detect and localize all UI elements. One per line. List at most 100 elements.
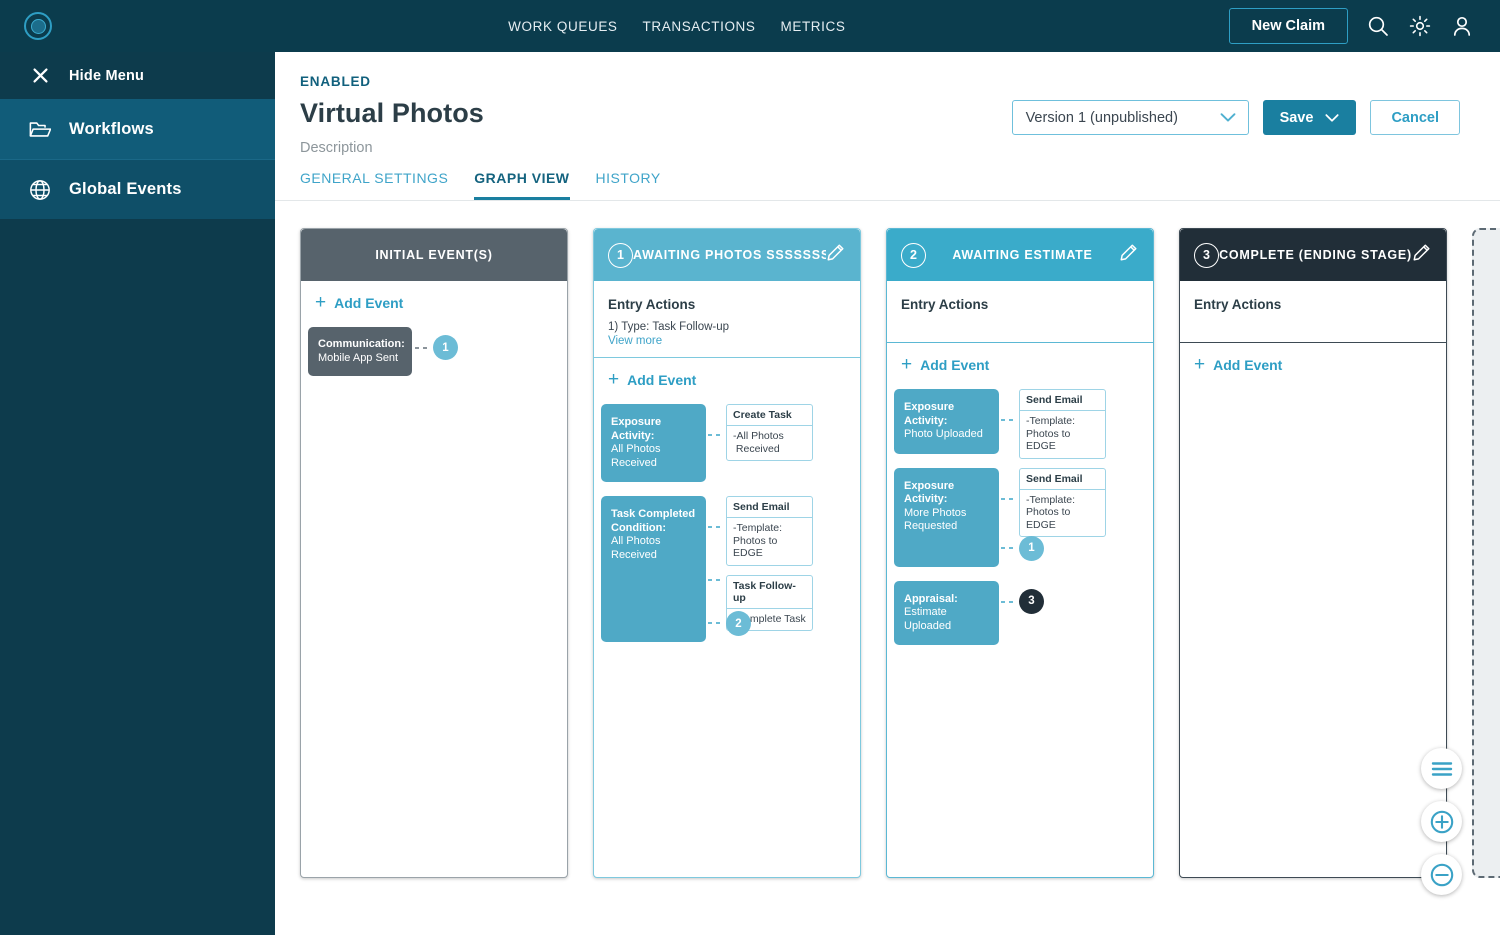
zoom-in-button[interactable] [1421, 801, 1462, 842]
new-claim-button[interactable]: New Claim [1228, 8, 1348, 44]
search-icon[interactable] [1366, 14, 1390, 38]
add-event-button[interactable]: + Add Event [887, 343, 1153, 375]
stage-number-badge: 1 [608, 242, 633, 268]
stage-column: 1 AWAITING PHOTOS SSSSSSSS Entry Actions 1)… [593, 228, 861, 878]
sidebar-item-workflows[interactable]: Workflows [0, 99, 275, 159]
aperture-logo-icon [24, 12, 52, 40]
event-node-subtitle: Mobile App Sent [318, 351, 399, 364]
add-event-label: Add Event [627, 372, 697, 388]
add-event-button[interactable]: + Add Event [1180, 343, 1446, 374]
hide-menu-label: Hide Menu [69, 67, 145, 84]
action-card-body: -Template: Photos to EDGE [1026, 493, 1076, 531]
close-icon [28, 67, 52, 84]
stage-title: AWAITING PHOTOS SSSSSSSS [633, 248, 826, 262]
add-stage-placeholder[interactable] [1472, 228, 1500, 878]
add-event-label: Add Event [920, 357, 990, 373]
action-card[interactable]: Send Email -Template: Photos to EDGE [1019, 389, 1106, 459]
folder-icon [28, 120, 52, 139]
stage-body: Entry Actions + Add Event Exposure Activity… [887, 281, 1153, 879]
sidebar-item-global-events[interactable]: Global Events [0, 159, 275, 219]
action-card[interactable]: Send Email -Template: Photos to EDGE [1019, 467, 1106, 537]
hide-menu-button[interactable]: Hide Menu [0, 52, 275, 99]
event-row: Appraisal: Estimate Uploaded 3 [894, 580, 1153, 645]
zoom-out-icon [1430, 863, 1453, 886]
event-node[interactable]: Appraisal: Estimate Uploaded [894, 580, 999, 645]
stage-header: 1 AWAITING PHOTOS SSSSSSSS [594, 229, 860, 281]
stage-header: INITIAL EVENT(S) [301, 229, 567, 281]
add-event-label: Add Event [1213, 357, 1283, 373]
transition-badge[interactable]: 1 [1019, 535, 1044, 561]
stage-number-badge: 3 [1194, 242, 1219, 268]
stage-number-badge: 2 [901, 242, 926, 268]
event-row: Exposure Activity: Photo Uploaded Send Ema… [894, 389, 1153, 459]
action-card-title: Create Task [727, 405, 812, 426]
event-node-title: Exposure Activity: [904, 479, 955, 506]
event-node-title: Task Completed Condition: [611, 508, 696, 534]
edit-stage-button[interactable] [1412, 243, 1432, 267]
action-card[interactable]: Send Email -Template: Photos to EDGE [726, 496, 813, 566]
event-list: Exposure Activity: All Photos Received Cre… [594, 388, 860, 642]
gear-icon[interactable] [1408, 14, 1432, 38]
action-card-body: -All Photos Received [733, 430, 784, 455]
entry-actions-block: Entry Actions 1) Type: Task Follow-up View… [594, 281, 860, 358]
connector-dots [708, 434, 724, 436]
event-row: Communication: Mobile App Sent 1 [308, 327, 567, 376]
edit-pencil-icon[interactable] [1412, 243, 1431, 262]
connector-dots [1001, 600, 1017, 603]
workflow-graph-canvas[interactable]: INITIAL EVENT(S) + Add Event Communication:… [275, 52, 1500, 935]
event-node-subtitle: Photo Uploaded [904, 428, 983, 440]
top-navigation-bar: WORK QUEUES TRANSACTIONS METRICS New Cla… [0, 0, 1500, 52]
event-node-title: Exposure Activity: [611, 416, 662, 442]
edit-stage-button[interactable] [826, 243, 846, 267]
stage-column: INITIAL EVENT(S) + Add Event Communication:… [300, 228, 568, 878]
connector-dots [1001, 497, 1017, 500]
add-event-button[interactable]: + Add Event [594, 358, 860, 390]
action-card-title: Send Email [1020, 469, 1105, 490]
action-card[interactable]: Create Task -All Photos Received [726, 404, 813, 461]
menu-icon [1431, 761, 1452, 776]
event-action-cards: Send Email -Template: Photos to EDGE [1019, 467, 1106, 547]
edit-pencil-icon[interactable] [826, 243, 845, 262]
event-list: Exposure Activity: Photo Uploaded Send Ema… [887, 373, 1153, 645]
connector-dots [1001, 546, 1017, 549]
nav-metrics[interactable]: METRICS [781, 19, 846, 34]
nav-transactions[interactable]: TRANSACTIONS [643, 19, 756, 34]
event-action-cards: Create Task -All Photos Received [726, 404, 813, 470]
zoom-out-button[interactable] [1421, 854, 1462, 895]
event-node[interactable]: Exposure Activity: More Photos Requested [894, 467, 999, 567]
sidebar-item-global-events-label: Global Events [69, 180, 182, 198]
action-card-body: -Template: Photos to EDGE [1026, 415, 1076, 452]
entry-actions-title: Entry Actions [1194, 297, 1282, 312]
event-node[interactable]: Exposure Activity: Photo Uploaded [894, 389, 999, 454]
transition-badge[interactable]: 2 [726, 611, 751, 636]
event-node[interactable]: Exposure Activity: All Photos Received [601, 404, 706, 482]
event-node[interactable]: Communication: Mobile App Sent [308, 327, 412, 376]
event-node-title: Exposure Activity: [904, 401, 955, 427]
edit-stage-button[interactable] [1119, 243, 1139, 267]
main-content: ENABLED Virtual Photos Description Versi… [275, 52, 1500, 935]
action-card-title: Send Email [727, 497, 812, 518]
plus-icon: + [315, 292, 327, 313]
edit-pencil-icon[interactable] [1119, 243, 1138, 262]
event-row: Exposure Activity: More Photos Requested S… [894, 467, 1153, 567]
zoom-in-icon [1430, 810, 1453, 833]
event-row: Task Completed Condition: All Photos Rece… [601, 496, 860, 642]
event-row: Exposure Activity: All Photos Received Cre… [601, 404, 860, 482]
entry-actions-block: Entry Actions [887, 281, 1153, 343]
sidebar-item-workflows-label: Workflows [69, 119, 154, 138]
event-node-title: Communication: [318, 338, 405, 350]
plus-icon: + [608, 369, 620, 390]
add-event-button[interactable]: + Add Event [301, 281, 567, 313]
transition-badge[interactable]: 3 [1019, 588, 1044, 614]
entry-action-item: 1) Type: Task Follow-up [608, 321, 730, 333]
event-node-subtitle: Estimate Uploaded [904, 606, 952, 632]
stage-column: 3 COMPLETE (ENDING STAGE) Entry Actions + Ad… [1179, 228, 1447, 878]
connector-dots [708, 579, 724, 581]
plus-icon: + [901, 354, 913, 375]
view-more-link[interactable]: View more [608, 335, 846, 347]
nav-work-queues[interactable]: WORK QUEUES [508, 19, 617, 34]
event-node[interactable]: Task Completed Condition: All Photos Rece… [601, 496, 706, 642]
transition-badge[interactable]: 1 [433, 335, 458, 360]
user-icon[interactable] [1450, 14, 1474, 38]
layout-menu-button[interactable] [1421, 748, 1462, 789]
